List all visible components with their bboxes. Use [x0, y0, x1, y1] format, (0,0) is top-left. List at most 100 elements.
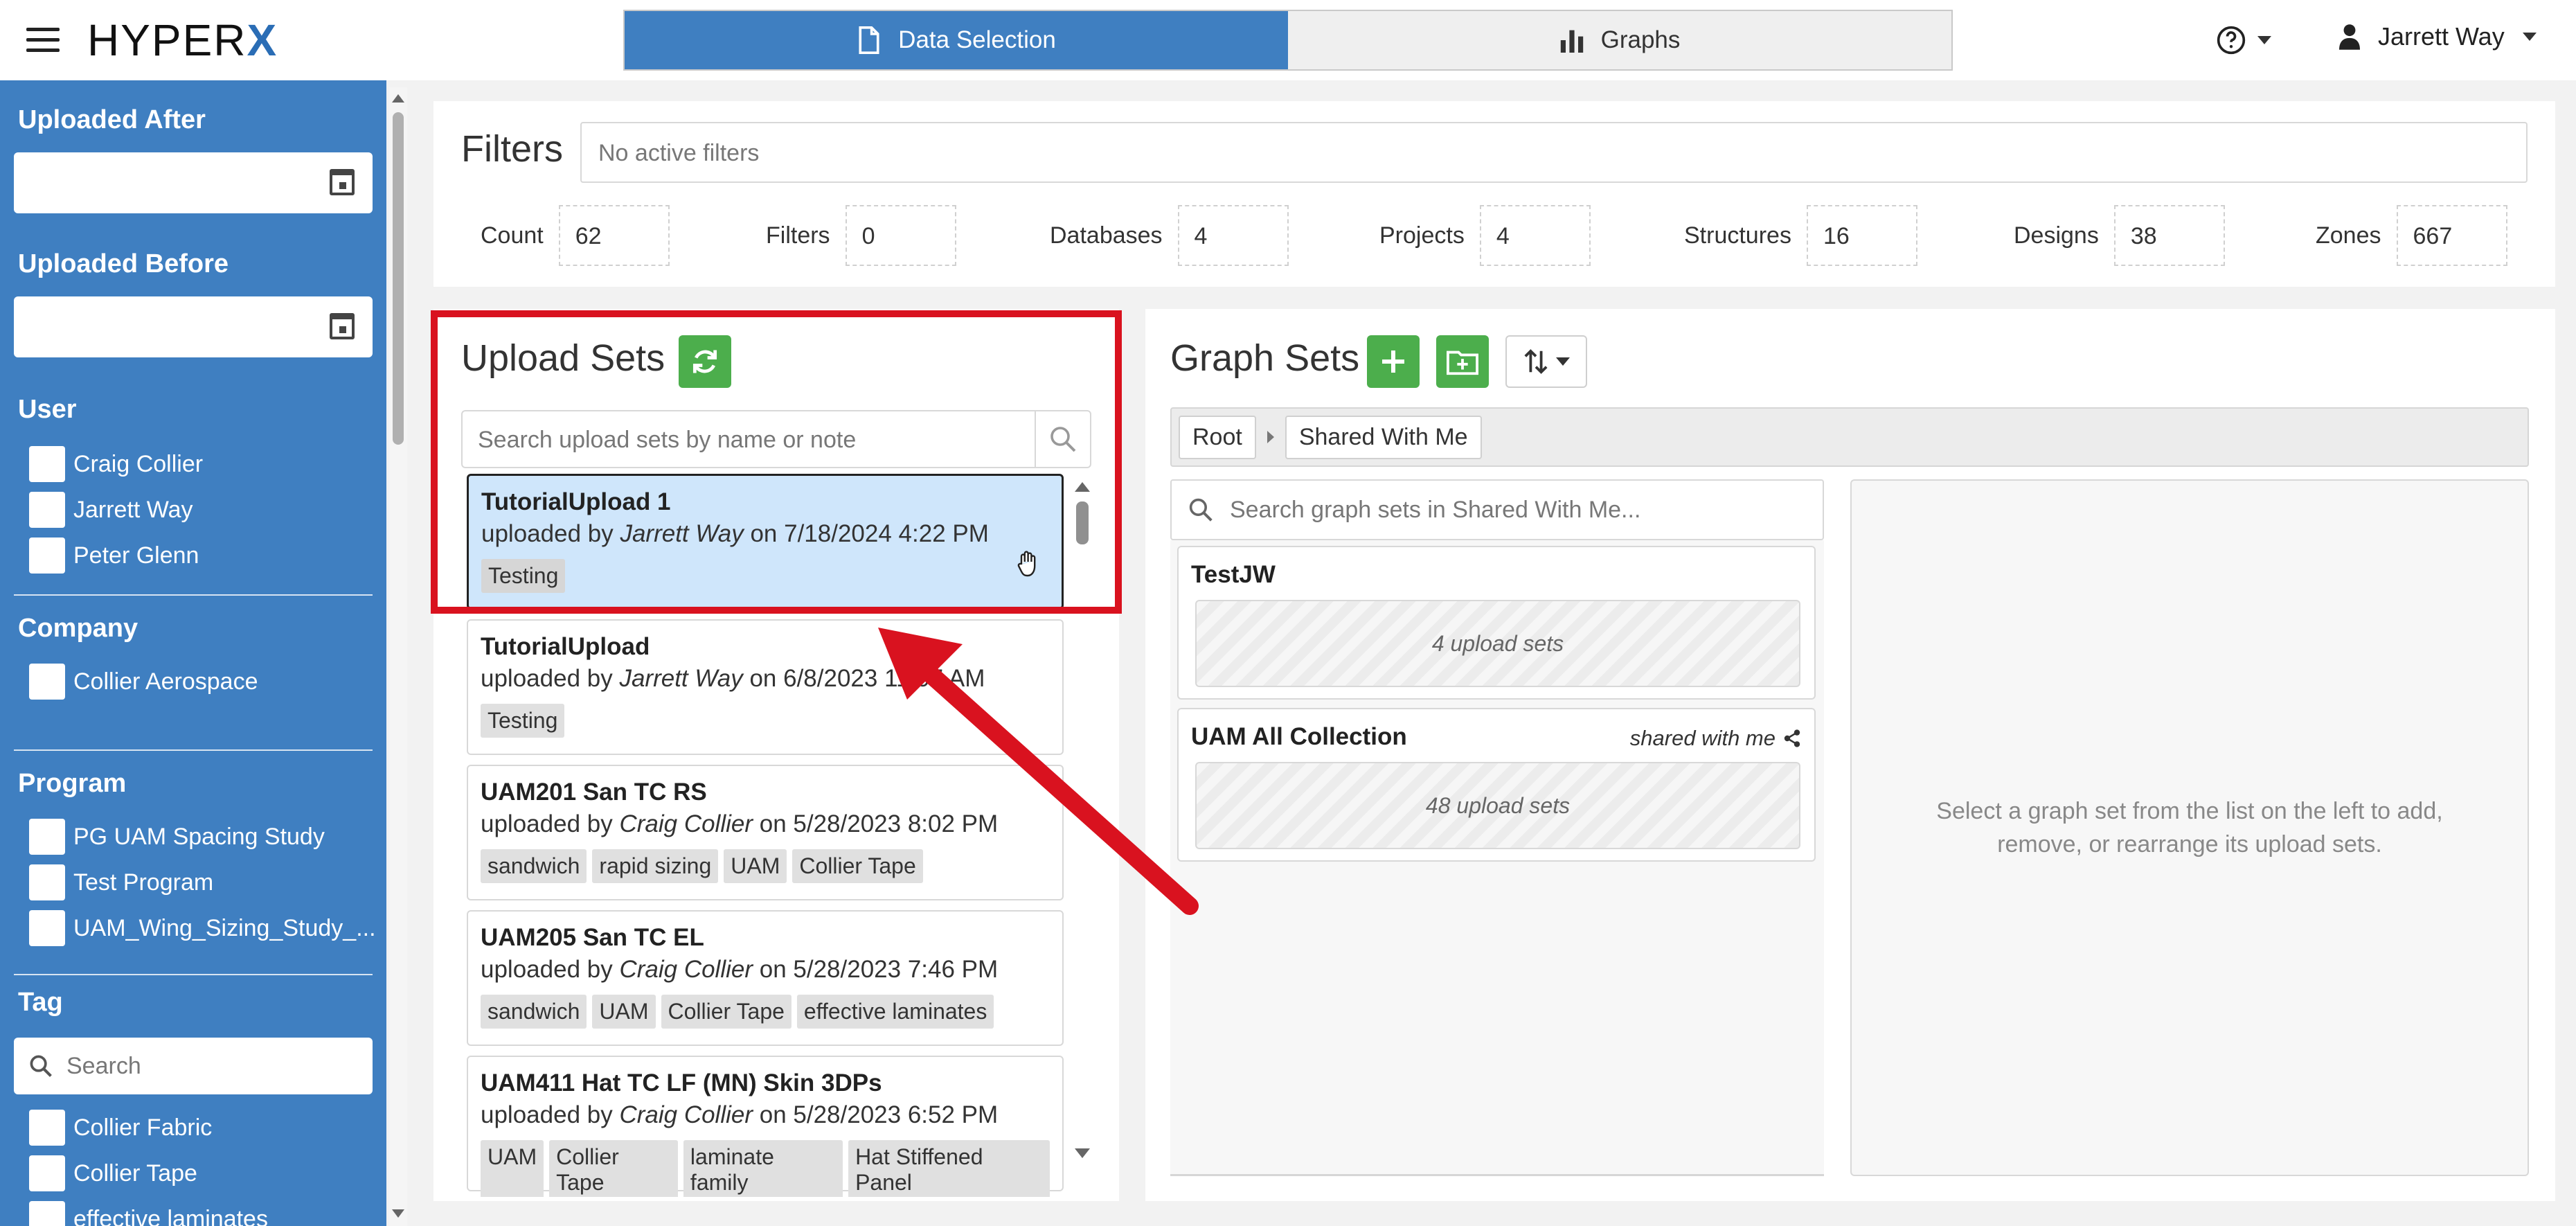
checkbox[interactable]	[29, 1201, 65, 1226]
search-placeholder: Search	[66, 1052, 141, 1079]
tag-search-input[interactable]: Search	[14, 1038, 373, 1094]
tag-list: UAM Collier Tape laminate family Hat Sti…	[481, 1140, 1050, 1197]
option-label: Test Program	[73, 869, 214, 896]
scroll-down-icon[interactable]	[392, 1209, 404, 1218]
option-label: Craig Collier	[73, 450, 204, 477]
user-name: Jarrett Way	[2378, 22, 2505, 51]
checkbox[interactable]	[29, 538, 65, 574]
tag-option[interactable]: effective laminates	[29, 1201, 268, 1226]
breadcrumb: Root Shared With Me	[1170, 407, 2529, 467]
user-option[interactable]: Jarrett Way	[29, 492, 193, 528]
calendar-icon[interactable]	[330, 169, 355, 195]
uploaded-before-input[interactable]	[14, 296, 373, 357]
stat-count: Count 62	[481, 205, 670, 266]
scroll-down-icon[interactable]	[1075, 1148, 1090, 1158]
graph-set-count: 48 upload sets	[1195, 762, 1800, 849]
stat-label: Structures	[1684, 222, 1791, 249]
stat-value: 16	[1806, 205, 1917, 266]
user-option[interactable]: Craig Collier	[29, 446, 203, 482]
tag-filter-label: Tag	[18, 988, 63, 1017]
graph-set-count: 4 upload sets	[1195, 600, 1800, 687]
upload-set-meta: uploaded by Craig Collier on 5/28/2023 6…	[481, 1101, 1050, 1137]
stat-label: Designs	[2014, 222, 2099, 249]
uploaded-before-label: Uploaded Before	[18, 249, 229, 278]
graph-sets-panel: Graph Sets Root Shared With Me Search gr…	[1145, 309, 2555, 1201]
shared-label: shared with me	[1629, 726, 1776, 750]
stat-label: Projects	[1379, 222, 1465, 249]
checkbox[interactable]	[29, 1155, 65, 1191]
annotation-highlight-box	[431, 310, 1122, 614]
upload-set-item[interactable]: UAM205 San TC EL uploaded by Craig Colli…	[467, 910, 1064, 1046]
program-option[interactable]: Test Program	[29, 864, 213, 900]
chevron-down-icon	[2522, 33, 2537, 41]
search-placeholder: Search graph sets in Shared With Me...	[1230, 496, 1641, 523]
help-menu[interactable]	[2216, 25, 2271, 55]
calendar-icon[interactable]	[330, 313, 355, 339]
tag-chip: UAM	[592, 995, 656, 1029]
main-tabs: Data Selection Graphs	[623, 10, 1953, 71]
scroll-up-icon[interactable]	[392, 94, 404, 103]
checkbox[interactable]	[29, 1110, 65, 1146]
user-filter-label: User	[18, 395, 77, 424]
detail-text: Select a graph set from the list on the …	[1936, 798, 2443, 858]
scroll-thumb[interactable]	[393, 112, 404, 445]
graph-sets-title: Graph Sets	[1170, 337, 1360, 379]
add-folder-button[interactable]	[1436, 335, 1489, 388]
program-option[interactable]: UAM_Wing_Sizing_Study_...	[29, 910, 376, 946]
user-option[interactable]: Peter Glenn	[29, 538, 199, 574]
filter-sidebar: Uploaded After Uploaded Before User Crai…	[0, 80, 386, 1226]
hamburger-menu-icon[interactable]	[26, 28, 60, 53]
tab-graphs[interactable]: Graphs	[1288, 11, 1951, 69]
share-icon	[1784, 729, 1800, 747]
user-menu[interactable]: Jarrett Way	[2339, 22, 2537, 51]
upload-set-item[interactable]: UAM411 Hat TC LF (MN) Skin 3DPs uploaded…	[467, 1056, 1064, 1197]
checkbox[interactable]	[29, 864, 65, 900]
upload-set-item[interactable]: TutorialUpload uploaded by Jarrett Way o…	[467, 619, 1064, 755]
breadcrumb-root[interactable]: Root	[1179, 415, 1256, 459]
uploaded-after-input[interactable]	[14, 152, 373, 213]
company-option[interactable]: Collier Aerospace	[29, 664, 258, 700]
upload-set-item[interactable]: UAM201 San TC RS uploaded by Craig Colli…	[467, 765, 1064, 900]
program-filter-label: Program	[18, 769, 127, 798]
checkbox[interactable]	[29, 446, 65, 482]
active-filters-field[interactable]: No active filters	[580, 122, 2528, 183]
shared-badge: shared with me	[1630, 726, 1802, 751]
upload-date: on 5/28/2023 8:02 PM	[753, 810, 999, 837]
checkbox[interactable]	[29, 664, 65, 700]
tag-chip: Testing	[481, 704, 565, 738]
stat-value: 667	[2396, 205, 2507, 266]
tag-option[interactable]: Collier Fabric	[29, 1110, 212, 1146]
checkbox[interactable]	[29, 910, 65, 946]
tag-chip: UAM	[481, 1140, 544, 1197]
graph-set-name: TestJW	[1191, 561, 1276, 588]
graph-set-card[interactable]: TestJW 4 upload sets	[1177, 546, 1816, 700]
tab-label: Data Selection	[898, 26, 1056, 53]
graph-search-input[interactable]: Search graph sets in Shared With Me...	[1170, 479, 1824, 540]
tag-option[interactable]: Collier Tape	[29, 1155, 197, 1191]
divider	[14, 594, 373, 596]
upload-date: on 6/8/2023 11:07 AM	[742, 665, 985, 692]
plus-icon	[1382, 350, 1404, 373]
tab-data-selection[interactable]: Data Selection	[625, 11, 1288, 69]
stat-zones: Zones 667	[2316, 205, 2507, 266]
upload-date: on 5/28/2023 7:46 PM	[753, 956, 999, 983]
stat-value: 4	[1479, 205, 1591, 266]
checkbox[interactable]	[29, 492, 65, 528]
upload-set-name: UAM205 San TC EL	[481, 924, 704, 951]
breadcrumb-shared-with-me[interactable]: Shared With Me	[1285, 415, 1482, 459]
upload-date: on 5/28/2023 6:52 PM	[753, 1101, 999, 1128]
program-option[interactable]: PG UAM Spacing Study	[29, 819, 325, 855]
option-label: effective laminates	[73, 1205, 268, 1226]
app-root: HYPERX Data Selection Graphs Jarrett Way…	[0, 0, 2576, 1226]
meta-prefix: uploaded by	[481, 810, 620, 837]
add-graph-set-button[interactable]	[1367, 335, 1420, 388]
stat-label: Filters	[766, 222, 830, 249]
upload-set-meta: uploaded by Jarrett Way on 6/8/2023 11:0…	[481, 665, 1050, 701]
option-label: Collier Aerospace	[73, 668, 258, 695]
sort-button[interactable]	[1505, 335, 1587, 388]
sidebar-scrollbar[interactable]	[389, 87, 407, 1226]
tag-chip: rapid sizing	[592, 849, 719, 883]
checkbox[interactable]	[29, 819, 65, 855]
graph-set-card[interactable]: UAM All Collection shared with me 48 upl…	[1177, 708, 1816, 862]
search-icon	[30, 1055, 52, 1077]
